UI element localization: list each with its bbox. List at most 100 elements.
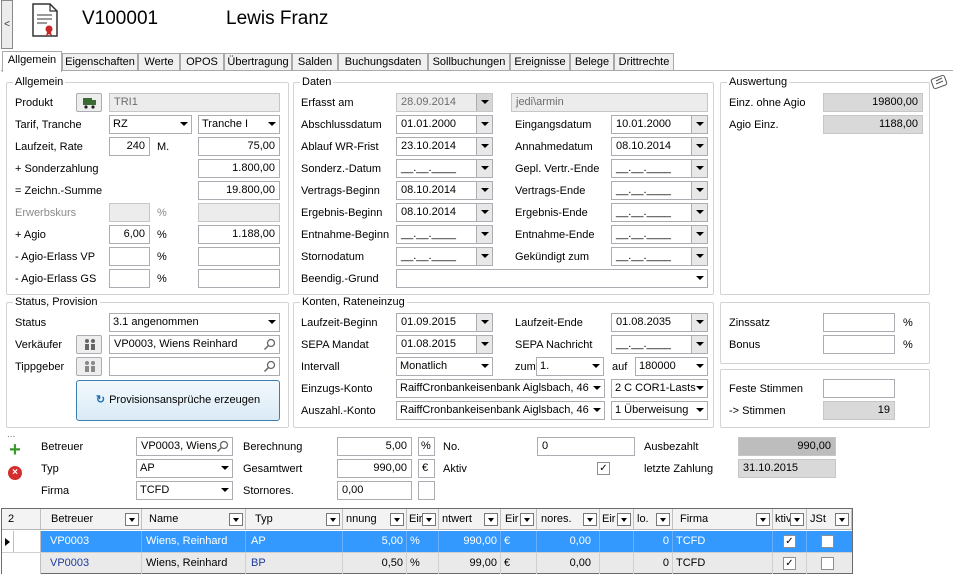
gesamtwert-field[interactable]: 990,00 [337,459,412,478]
calendar-dropdown-button[interactable] [476,226,492,243]
verkaeufer-field[interactable]: VP0003, Wiens Reinhard [109,335,280,354]
cell-einheit2[interactable]: € [501,553,537,574]
cell-einheit3[interactable] [600,553,634,574]
calendar-dropdown-button[interactable] [691,138,707,155]
tab-buchungsdaten[interactable]: Buchungsdaten [338,53,428,71]
calendar-dropdown-button[interactable] [691,182,707,199]
ablauf-date-field[interactable]: 23.10.2014 [396,137,493,156]
erwerbskurs-field[interactable] [109,203,150,222]
firma-select[interactable]: TCFD [136,481,233,500]
sonderzahlung-field[interactable]: 1.800,00 [198,159,280,178]
cell-jst[interactable] [807,553,852,574]
filter-dropdown-icon[interactable] [422,513,436,526]
entnahme-ende-date-field[interactable]: __.__.____ [611,225,708,244]
cell-name[interactable]: Wiens, Reinhard [142,531,246,552]
cell-berechnung[interactable]: 5,00 [343,531,407,552]
storno-date-field[interactable]: __.__.____ [396,247,493,266]
tranche-select[interactable]: Tranche I [198,115,280,134]
cell-jst[interactable] [807,531,852,552]
agio-erlass-gs-field[interactable] [109,269,150,288]
produkt-field[interactable]: TRI1 [109,93,280,112]
grid-header-einheit2[interactable]: Eir [501,509,537,530]
zum-select[interactable]: 1. [536,357,604,376]
cell-aktiv[interactable]: ✓ [773,553,807,574]
cell-einheit1[interactable]: % [407,553,439,574]
provisionsansprueche-erzeugen-button[interactable]: ↻ Provisionsansprüche erzeugen [76,380,280,421]
stornoreserve-field[interactable]: 0,00 [337,481,412,500]
cell-stornores[interactable]: 0,00 [537,531,600,552]
tab-belege[interactable]: Belege [570,53,614,71]
cell-no[interactable]: 0 [634,553,673,574]
cell-einheit1[interactable]: % [407,531,439,552]
aktiv-checkbox[interactable]: ✓ [783,535,796,548]
aktiv-checkbox[interactable]: ✓ [597,462,610,475]
cell-name[interactable]: Wiens, Reinhard [142,553,246,574]
table-row[interactable]: VP0003 Wiens, Reinhard BP 0,50 % 99,00 €… [2,552,852,574]
collapse-sidebar-button[interactable]: < [1,0,13,49]
filter-dropdown-icon[interactable] [583,513,597,526]
beendigungsgrund-select[interactable] [396,269,708,288]
sepa-nachricht-date-field[interactable]: __.__.____ [611,335,708,354]
cell-berechnung[interactable]: 0,50 [343,553,407,574]
cell-typ[interactable]: AP [246,531,343,552]
tippgeber-lookup-button[interactable] [76,357,102,376]
entnahme-beginn-date-field[interactable]: __.__.____ [396,225,493,244]
calendar-dropdown-button[interactable] [476,248,492,265]
tab-allgemein[interactable]: Allgemein [2,51,62,72]
gekuendigt-date-field[interactable]: __.__.____ [611,247,708,266]
tab-drittrechte[interactable]: Drittrechte [614,53,674,71]
calendar-dropdown-button[interactable] [691,160,707,177]
filter-dropdown-icon[interactable] [617,513,631,526]
erfasst-date-field[interactable]: 28.09.2014 [396,93,493,112]
typ-select[interactable]: AP [136,459,233,478]
calendar-dropdown-button[interactable] [476,204,492,221]
cell-einheit3[interactable] [600,531,634,552]
bonus-field[interactable] [823,335,895,354]
auf-select[interactable]: 180000 [635,357,708,376]
tippgeber-field[interactable] [109,357,280,376]
grid-header-betreuer[interactable]: Betreuer [41,509,142,530]
zinssatz-field[interactable] [823,313,895,332]
aktiv-checkbox[interactable]: ✓ [783,557,796,570]
filter-dropdown-icon[interactable] [756,513,770,526]
laufzeit-field[interactable]: 240 [109,137,150,156]
cell-stornores[interactable]: 0,00 [537,553,600,574]
betreuer-field[interactable]: VP0003, Wiens [136,437,233,456]
sonderz-date-field[interactable]: __.__.____ [396,159,493,178]
calendar-dropdown-button[interactable] [476,116,492,133]
cell-gesamtwert[interactable]: 99,00 [439,553,501,574]
tab-ereignisse[interactable]: Ereignisse [510,53,570,71]
calendar-dropdown-button[interactable] [476,336,492,353]
filter-dropdown-icon[interactable] [390,513,404,526]
grid-header-berechnung[interactable]: nnung [343,509,407,530]
grid-header-einheit1[interactable]: Eir [407,509,439,530]
ergebnis-ende-date-field[interactable]: __.__.____ [611,203,708,222]
calendar-dropdown-button[interactable] [476,138,492,155]
verkaeufer-lookup-button[interactable] [76,335,102,354]
erfasst-user-field[interactable]: jedi\armin [511,93,708,112]
attachment-icon[interactable] [930,73,950,90]
filter-dropdown-icon[interactable] [835,513,849,526]
calendar-dropdown-button[interactable] [691,248,707,265]
filter-dropdown-icon[interactable] [484,513,498,526]
grid-header-no[interactable]: lo. [634,509,673,530]
produkt-lookup-button[interactable] [76,93,102,112]
cell-einheit2[interactable]: € [501,531,537,552]
calendar-dropdown-button[interactable] [691,336,707,353]
einzugsart-select[interactable]: 2 C COR1-Lasts [611,379,708,398]
filter-dropdown-icon[interactable] [790,513,804,526]
calendar-dropdown-button[interactable] [476,160,492,177]
tab-opos[interactable]: OPOS [180,53,224,71]
grid-header-jst[interactable]: JSt [807,509,852,530]
filter-dropdown-icon[interactable] [520,513,534,526]
filter-dropdown-icon[interactable] [229,513,243,526]
annahme-date-field[interactable]: 08.10.2014 [611,137,708,156]
grid-header-firma[interactable]: Firma [673,509,773,530]
agio-erlass-vp-amount-field[interactable] [198,247,280,266]
calendar-dropdown-button[interactable] [691,226,707,243]
rate-field[interactable]: 75,00 [198,137,280,156]
feste-stimmen-field[interactable] [823,379,895,398]
filter-dropdown-icon[interactable] [656,513,670,526]
table-row[interactable]: VP0003 Wiens, Reinhard AP 5,00 % 990,00 … [2,531,852,552]
agio-erlass-gs-amount-field[interactable] [198,269,280,288]
